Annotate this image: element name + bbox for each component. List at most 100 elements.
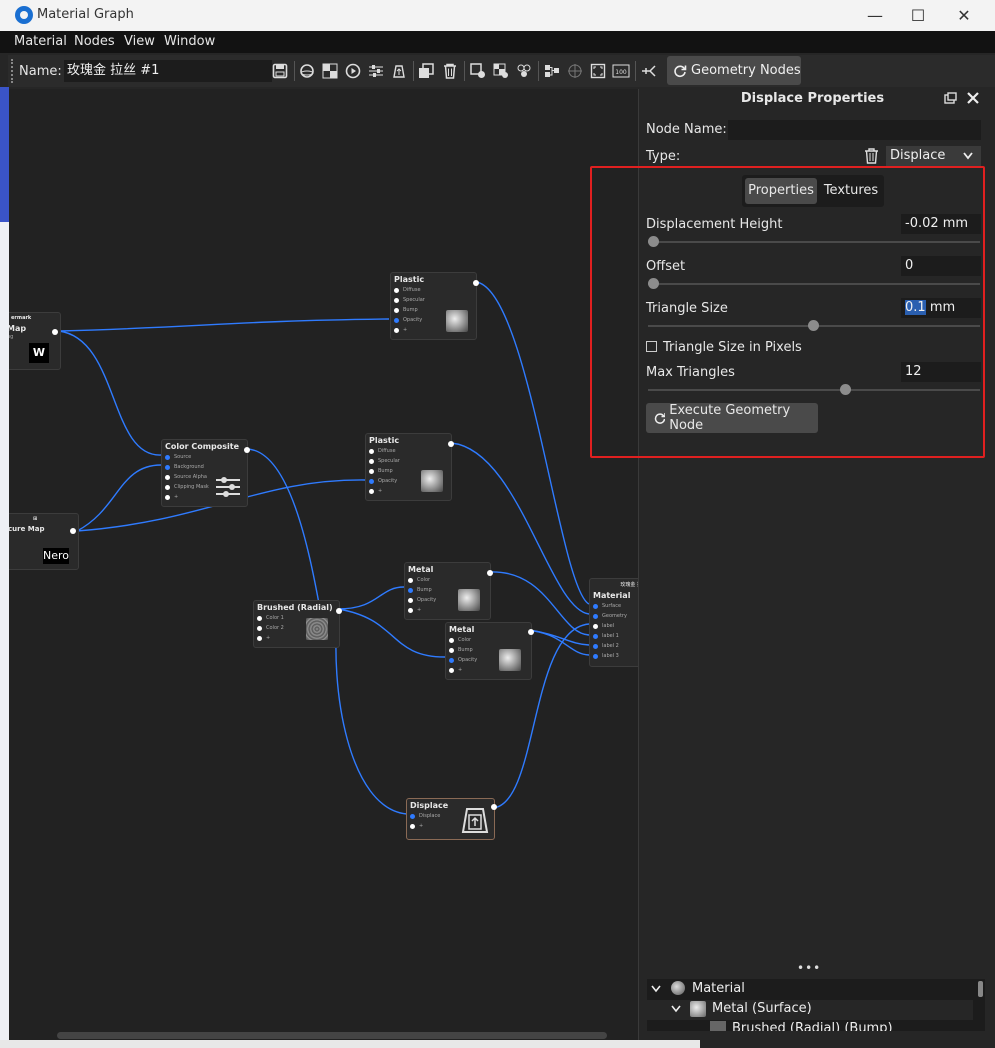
- trash-icon[interactable]: [864, 148, 879, 164]
- node-material-output[interactable]: 玫瑰金 拉丝 Material Surface Geometry label l…: [589, 578, 638, 667]
- port-label[interactable]: label: [590, 621, 638, 631]
- brushed-thumb-icon: [306, 618, 328, 640]
- node-group-icon[interactable]: [514, 61, 534, 81]
- undock-icon[interactable]: [944, 92, 957, 104]
- node-metal-1[interactable]: Metal Color Bump Opacity +: [404, 562, 493, 620]
- highlight-annotation-box: [590, 166, 985, 458]
- material-name-input[interactable]: 玫瑰金 拉丝 #1: [64, 60, 272, 82]
- node-metal-2[interactable]: Metal Color Bump Opacity +: [445, 622, 534, 680]
- port-specular[interactable]: Specular: [391, 295, 476, 305]
- tree-item-material[interactable]: Material: [692, 981, 745, 996]
- window-title: Material Graph: [37, 7, 134, 22]
- port-geometry[interactable]: Geometry: [590, 611, 638, 621]
- node-title: Metal: [449, 625, 475, 634]
- output-port[interactable]: [487, 570, 493, 576]
- output-port[interactable]: [491, 804, 497, 810]
- node-texture-map[interactable]: ⊞ cure Map Nero: [9, 513, 79, 570]
- port-surface[interactable]: Surface: [590, 601, 638, 611]
- minimize-button[interactable]: —: [852, 0, 898, 31]
- output-port[interactable]: [473, 280, 479, 286]
- type-select[interactable]: Displace: [886, 146, 981, 166]
- menu-view[interactable]: View: [124, 34, 155, 49]
- split-icon[interactable]: [639, 61, 659, 81]
- chevron-down-icon[interactable]: [651, 985, 661, 993]
- port-diffuse[interactable]: Diffuse: [366, 446, 451, 456]
- geometry-nodes-button[interactable]: Geometry Nodes: [667, 56, 801, 85]
- menu-material[interactable]: Material: [14, 34, 67, 49]
- port-specular[interactable]: Specular: [366, 456, 451, 466]
- node-header: ⊞: [33, 516, 38, 522]
- sliders-icon[interactable]: [366, 61, 386, 81]
- svg-text:100: 100: [615, 69, 627, 76]
- output-port[interactable]: [448, 441, 454, 447]
- menu-window[interactable]: Window: [164, 34, 215, 49]
- node-header: ermark: [11, 315, 32, 321]
- node-name-input[interactable]: [728, 120, 981, 140]
- refresh-icon: [674, 64, 687, 77]
- port-color[interactable]: Color: [446, 635, 531, 645]
- graph-horizontal-scrollbar[interactable]: [57, 1032, 607, 1039]
- tree-item-brushed-bump[interactable]: Brushed (Radial) (Bump): [732, 1021, 893, 1031]
- menu-nodes[interactable]: Nodes: [74, 34, 115, 49]
- node-title: Brushed (Radial): [257, 603, 333, 612]
- layout-icon[interactable]: [542, 61, 562, 81]
- tree-item-metal-surface[interactable]: Metal (Surface): [712, 1001, 812, 1016]
- port-label-2[interactable]: label 2: [590, 641, 638, 651]
- port-label-3[interactable]: label 3: [590, 651, 638, 661]
- node-plastic-1[interactable]: Plastic Diffuse Specular Bump Opacity +: [390, 272, 479, 340]
- node-checker-icon[interactable]: [491, 61, 511, 81]
- title-bar: Material Graph — ☐ ✕: [0, 0, 995, 31]
- metal-thumb-icon: [499, 649, 521, 671]
- toolbar-grip[interactable]: [11, 59, 16, 83]
- save-icon[interactable]: [270, 61, 290, 81]
- close-panel-icon[interactable]: [967, 92, 979, 104]
- background-window-bottom: [0, 1040, 700, 1048]
- wire-material-label3: [527, 629, 590, 656]
- wire-brushed-to-metal1: [337, 586, 405, 610]
- fit-view-icon[interactable]: [588, 61, 608, 81]
- chevron-down-icon: [963, 152, 973, 160]
- app-icon: [15, 6, 33, 24]
- node-name-label: Node Name:: [646, 122, 727, 137]
- sliders-icon: [216, 477, 240, 497]
- chevron-down-icon[interactable]: [671, 1005, 681, 1013]
- more-dots-handle[interactable]: •••: [797, 961, 821, 975]
- target-icon[interactable]: [565, 61, 585, 81]
- toolbar-divider: [538, 61, 539, 81]
- output-port[interactable]: [336, 608, 342, 614]
- node-add-icon[interactable]: [468, 61, 488, 81]
- background-window-edge: [0, 87, 9, 222]
- node-displace[interactable]: Displace Displace +: [406, 798, 497, 840]
- port-label-1[interactable]: label 1: [590, 631, 638, 641]
- port-color[interactable]: Color: [405, 575, 490, 585]
- port-diffuse[interactable]: Diffuse: [391, 285, 476, 295]
- zoom-100-icon[interactable]: 100: [611, 61, 631, 81]
- duplicate-icon[interactable]: [416, 61, 436, 81]
- node-title: Color Composite: [165, 442, 240, 451]
- material-tree: Material Metal (Surface) Brushed (Radial…: [647, 979, 985, 1031]
- output-port[interactable]: [528, 629, 534, 635]
- port-source[interactable]: Source: [162, 452, 247, 462]
- node-graph-canvas[interactable]: ermark Map ng W ⊞ cure Map Nero Plastic …: [9, 89, 639, 1040]
- checker-icon[interactable]: [320, 61, 340, 81]
- node-title: Metal: [408, 565, 434, 574]
- node-watermark-map[interactable]: ermark Map ng W: [9, 312, 61, 370]
- output-port[interactable]: [70, 528, 76, 534]
- node-brushed-radial[interactable]: Brushed (Radial) Color 1 Color 2 +: [253, 600, 342, 648]
- brushed-thumb-icon: [710, 1021, 726, 1031]
- trash-icon[interactable]: [440, 61, 460, 81]
- watermark-logo-icon: W: [29, 343, 49, 363]
- node-plastic-2[interactable]: Plastic Diffuse Specular Bump Opacity +: [365, 433, 454, 501]
- output-port[interactable]: [52, 329, 58, 335]
- tree-scrollbar[interactable]: [978, 981, 983, 997]
- output-port[interactable]: [244, 447, 250, 453]
- maximize-button[interactable]: ☐: [895, 0, 941, 31]
- displace-icon[interactable]: [389, 61, 409, 81]
- node-color-composite[interactable]: Color Composite Source Background Source…: [161, 439, 250, 507]
- wire-watermark-to-composite-source: [58, 330, 162, 456]
- port-background[interactable]: Background: [162, 462, 247, 472]
- sphere-icon[interactable]: [297, 61, 317, 81]
- wire-composite-to-brushed: [245, 448, 321, 610]
- play-icon[interactable]: [343, 61, 363, 81]
- close-button[interactable]: ✕: [941, 0, 987, 31]
